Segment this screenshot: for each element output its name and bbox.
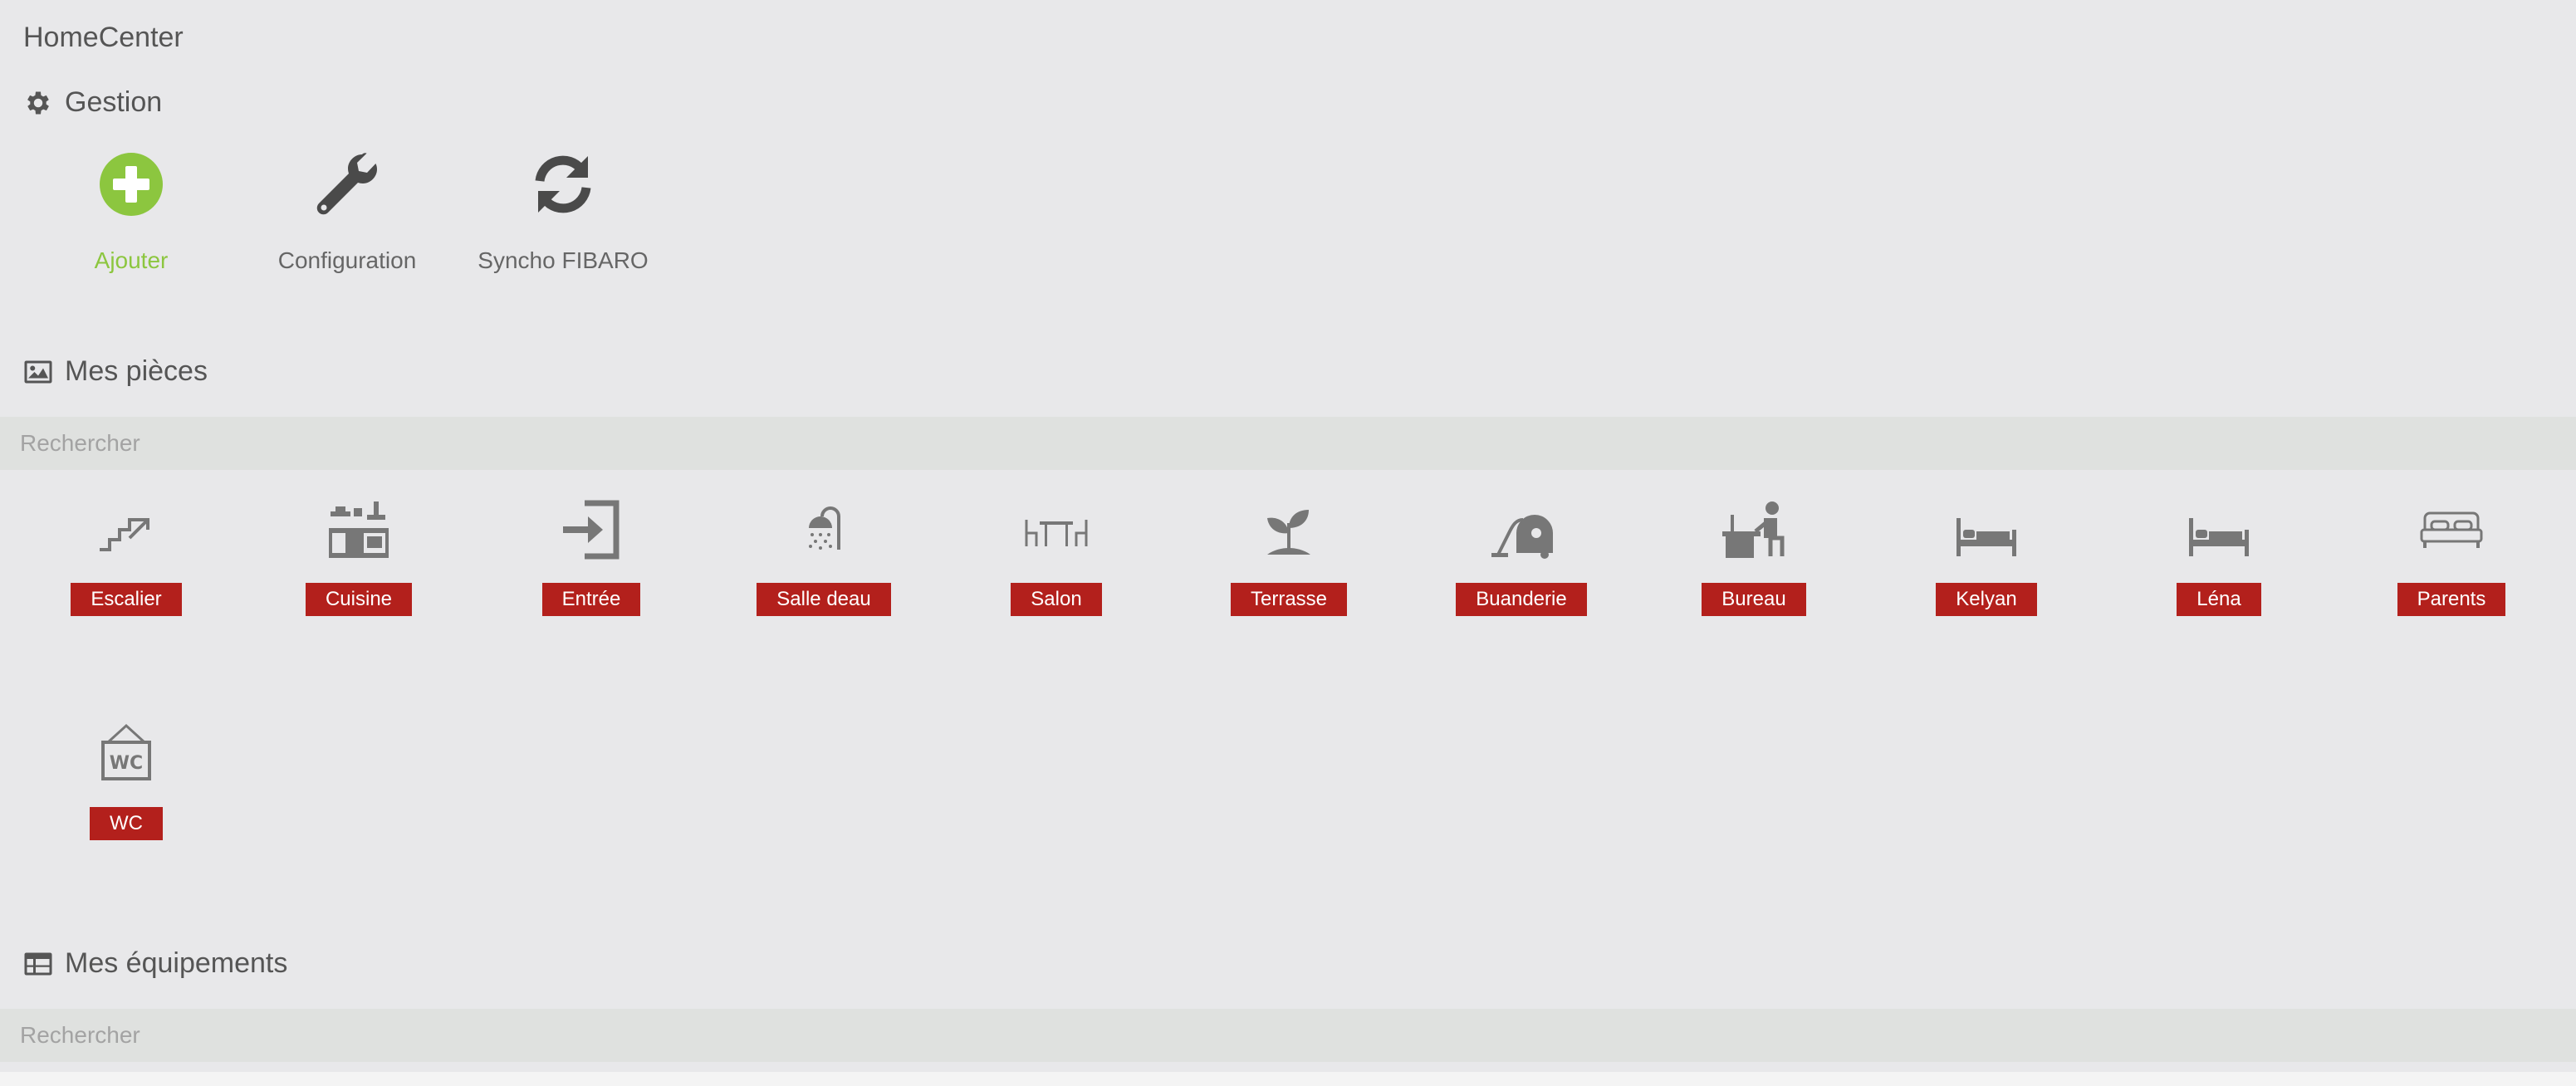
sync-fibaro-button[interactable]: Syncho FIBARO [455,149,671,274]
add-button[interactable]: Ajouter [23,149,239,274]
room-label: Escalier [71,583,182,616]
svg-text:WC: WC [110,753,143,774]
equipements-title: Mes équipements [65,947,288,979]
room-label: Bureau [1702,583,1806,616]
gestion-header: Gestion [23,86,162,119]
room-label: Buanderie [1456,583,1587,616]
room-kelyan[interactable]: Kelyan [1870,495,2103,719]
configuration-button[interactable]: Configuration [239,149,455,274]
room-lena[interactable]: Léna [2103,495,2335,719]
refresh-icon [528,149,598,219]
room-escalier[interactable]: Escalier [10,495,242,719]
table-icon [23,949,53,979]
room-terrasse[interactable]: Terrasse [1173,495,1405,719]
vacuum-icon [1486,495,1556,565]
room-label: Kelyan [1936,583,2037,616]
sync-fibaro-label: Syncho FIBARO [477,247,649,273]
room-label: Terrasse [1230,583,1348,616]
plant-icon [1254,495,1324,565]
equipements-list-top [0,1072,2576,1086]
dining-table-icon [1021,495,1091,565]
configuration-label: Configuration [277,247,417,273]
room-label: Léna [2177,583,2261,616]
room-wc[interactable]: WC WC [10,719,242,943]
rooms-grid: Escalier Cuisine Entrée Salle deau Salon… [10,495,2576,943]
shower-icon [789,495,859,565]
pieces-header: Mes pièces [23,355,208,388]
equipements-search-input[interactable] [0,1009,2576,1062]
kitchen-icon [324,495,394,565]
image-icon [23,357,53,387]
wc-sign-icon: WC [91,719,161,789]
gestion-title: Gestion [65,86,163,118]
room-label: Salon [1011,583,1102,616]
room-label: Parents [2397,583,2506,616]
rooms-search-input[interactable] [0,417,2576,470]
bed-icon [1952,495,2021,565]
add-label: Ajouter [94,247,169,273]
app-title: HomeCenter [23,22,184,53]
room-cuisine[interactable]: Cuisine [242,495,475,719]
gear-icon [23,88,53,118]
room-salon[interactable]: Salon [940,495,1173,719]
bed-icon [2184,495,2254,565]
room-label: Salle deau [757,583,891,616]
entrance-icon [556,495,626,565]
room-parents[interactable]: Parents [2335,495,2568,719]
pieces-title: Mes pièces [65,355,208,387]
equipements-header: Mes équipements [23,947,287,980]
stairs-icon [91,495,161,565]
double-bed-icon [2417,495,2486,565]
room-label: Cuisine [305,583,413,616]
room-label: Entrée [541,583,641,616]
plus-circle-icon [96,149,166,219]
desk-person-icon [1719,495,1789,565]
room-bureau[interactable]: Bureau [1638,495,1870,719]
room-salle-deau[interactable]: Salle deau [708,495,940,719]
room-entree[interactable]: Entrée [475,495,708,719]
room-label: WC [90,807,163,840]
wrench-icon [312,149,382,219]
gestion-actions: Ajouter Configuration Syncho FIBARO [23,149,671,274]
room-buanderie[interactable]: Buanderie [1405,495,1638,719]
